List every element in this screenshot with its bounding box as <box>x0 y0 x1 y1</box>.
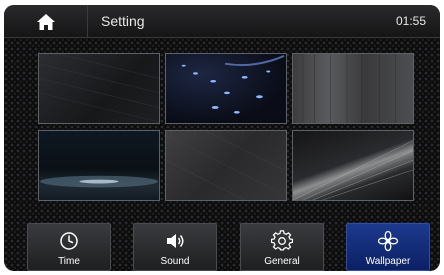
wallpaper-4-image <box>39 175 159 188</box>
wallpaper-thumb-3[interactable] <box>292 53 414 124</box>
speaker-icon <box>167 234 184 248</box>
wallpaper-2-image <box>181 55 285 114</box>
clock-icon <box>60 232 78 250</box>
tab-general-label: General <box>264 256 300 267</box>
wallpaper-5-image <box>166 131 286 200</box>
header-bar: Setting 01:55 <box>4 5 440 38</box>
wallpaper-grid <box>38 53 414 202</box>
tab-wallpaper[interactable]: Wallpaper <box>346 223 430 271</box>
home-icon <box>36 13 55 30</box>
tab-sound-label: Sound <box>160 256 190 267</box>
gear-icon <box>271 230 293 251</box>
wallpaper-thumb-2[interactable] <box>165 53 287 124</box>
wallpaper-thumb-1[interactable] <box>38 53 160 124</box>
tab-general[interactable]: General <box>240 223 324 271</box>
tab-time-label: Time <box>58 256 80 267</box>
wallpaper-thumb-4[interactable] <box>38 130 160 201</box>
page-title: Setting <box>101 13 145 29</box>
flower-icon <box>377 230 399 252</box>
wallpaper-thumb-6[interactable] <box>292 130 414 201</box>
tab-time[interactable]: Time <box>27 223 111 271</box>
home-button[interactable] <box>4 5 88 38</box>
wallpaper-1-image <box>39 54 159 123</box>
wallpaper-6-image <box>293 140 413 200</box>
settings-screen: Setting 01:55 Time Sound General Wallpap… <box>4 5 440 271</box>
wallpaper-thumb-5[interactable] <box>165 130 287 201</box>
settings-tab-bar: Time Sound General Wallpaper <box>4 215 440 271</box>
tab-wallpaper-label: Wallpaper <box>365 256 411 267</box>
wallpaper-3-image <box>302 54 396 123</box>
tab-sound[interactable]: Sound <box>133 223 217 271</box>
clock-display: 01:55 <box>395 14 426 28</box>
